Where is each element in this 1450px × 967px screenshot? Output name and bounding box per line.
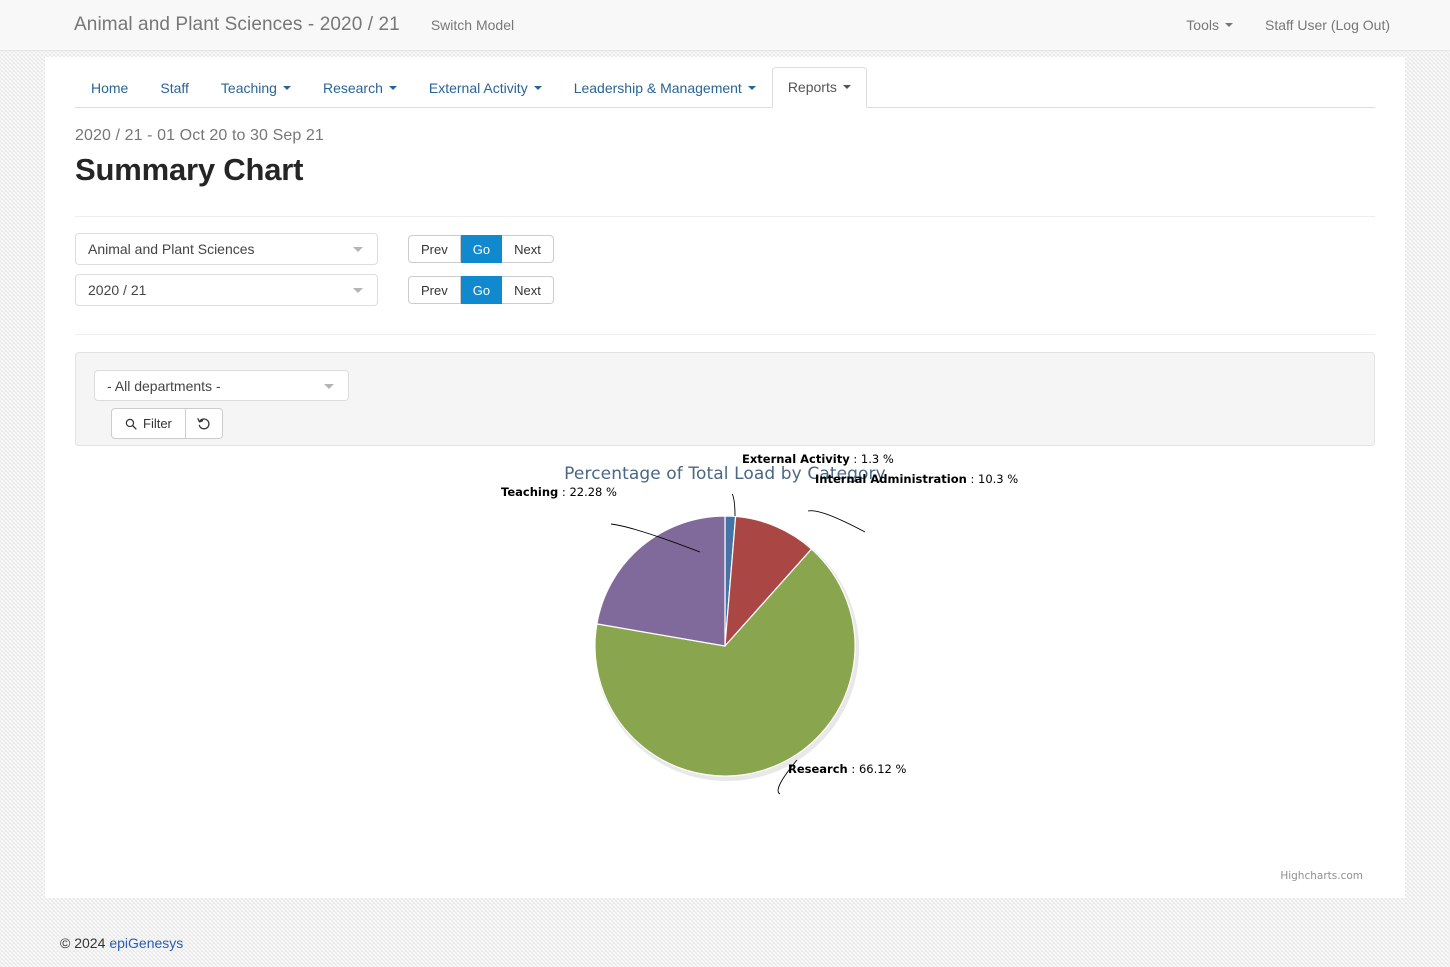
page-footer: © 2024 epiGenesys [0, 919, 1450, 967]
pie-label-separator: : [558, 485, 570, 499]
switch-model-link[interactable]: Switch Model [431, 17, 514, 33]
pie-label-research-name: Research [788, 762, 848, 776]
summary-chart-area: Percentage of Total Load by Category Tea… [75, 452, 1375, 882]
chart-title: Percentage of Total Load by Category [564, 464, 886, 484]
tab-research[interactable]: Research [307, 68, 413, 108]
pie-label-research-value: 66.12 % [858, 762, 907, 776]
tab-teaching[interactable]: Teaching [205, 68, 307, 108]
connector-external-activity [731, 494, 736, 517]
pie-label-separator: : [849, 452, 861, 466]
chevron-down-icon [324, 383, 334, 389]
tab-label: Teaching [220, 80, 277, 96]
pie-label-separator: : [847, 762, 859, 776]
chevron-down-icon [388, 86, 397, 90]
filter-department-select[interactable]: - All departments - [94, 370, 349, 401]
connector-internal-administration [807, 510, 866, 533]
filter-button[interactable]: Filter [111, 408, 186, 439]
academic-year-daterange: 2020 / 21 - 01 Oct 20 to 30 Sep 21 [75, 127, 324, 144]
department-select[interactable]: Animal and Plant Sciences [75, 233, 378, 265]
tab-label: Leadership & Management [573, 80, 742, 96]
year-select[interactable]: 2020 / 21 [75, 274, 378, 306]
tab-reports[interactable]: Reports [771, 67, 867, 108]
pie-label-external-activity-value: 1.3 % [860, 452, 894, 466]
footer-company-link[interactable]: epiGenesys [109, 935, 183, 951]
tab-label: Home [91, 80, 129, 96]
main-tab-bar: Home Staff Teaching Research External Activi… [75, 57, 1375, 108]
filter-divider [75, 334, 1375, 335]
pie-label-teaching-name: Teaching [501, 485, 559, 499]
chevron-down-icon [747, 86, 756, 90]
page-container: Home Staff Teaching Research External Activi… [45, 57, 1405, 898]
reset-filter-button[interactable] [185, 408, 223, 439]
pie-label-teaching: Teaching : 22.28 % [501, 485, 617, 499]
topbar-right-group: Tools Staff User (Log Out) [1154, 17, 1390, 33]
year-next-button[interactable]: Next [502, 276, 554, 304]
search-icon [125, 418, 137, 430]
filter-department-select-value: - All departments - [107, 377, 221, 394]
tab-leadership-management[interactable]: Leadership & Management [558, 68, 772, 108]
year-selector-row: 2020 / 21 Prev Go Next [75, 274, 1375, 306]
chevron-down-icon [353, 288, 363, 293]
tools-menu[interactable]: Tools [1186, 17, 1233, 33]
filter-button-group: Filter [111, 408, 1356, 439]
pie-label-research: Research : 66.12 % [788, 762, 906, 776]
title-divider [75, 216, 1375, 217]
year-nav-buttons: Prev Go Next [408, 276, 554, 304]
chevron-down-icon [1224, 23, 1233, 27]
tab-label: Research [322, 80, 383, 96]
pie-slice-teaching[interactable] [596, 515, 726, 647]
chevron-down-icon [842, 85, 851, 89]
pie-label-internal-administration-value: 10.3 % [978, 472, 1019, 486]
department-go-button[interactable]: Go [460, 235, 503, 263]
reset-ccw-icon [197, 417, 211, 431]
chevron-down-icon [282, 86, 291, 90]
page-title: Summary Chart [75, 152, 304, 187]
filter-panel: - All departments - Filter [75, 352, 1375, 446]
pie-label-external-activity: External Activity : 1.3 % [742, 452, 894, 466]
tab-label: Reports [787, 79, 837, 95]
department-selector-row: Animal and Plant Sciences Prev Go Next [75, 233, 1375, 265]
pie-label-external-activity-name: External Activity [742, 452, 850, 466]
pie-label-separator: : [966, 472, 979, 486]
department-next-button[interactable]: Next [502, 235, 554, 263]
tab-home[interactable]: Home [75, 68, 144, 108]
pie-label-internal-administration-name: Internal Administration [815, 472, 967, 486]
filter-button-label: Filter [143, 416, 172, 431]
department-prev-button[interactable]: Prev [408, 235, 461, 263]
chevron-down-icon [533, 86, 542, 90]
year-prev-button[interactable]: Prev [408, 276, 461, 304]
user-logout-link[interactable]: Staff User (Log Out) [1265, 17, 1390, 33]
tab-label: External Activity [428, 80, 528, 96]
footer-copyright: © 2024 [60, 935, 106, 951]
chevron-down-icon [353, 247, 363, 252]
pie-chart-svg[interactable] [75, 494, 1395, 864]
department-select-value: Animal and Plant Sciences [88, 241, 255, 257]
department-nav-buttons: Prev Go Next [408, 235, 554, 263]
tools-menu-label: Tools [1186, 17, 1219, 33]
year-select-value: 2020 / 21 [88, 282, 147, 298]
tab-label: Staff [160, 80, 189, 96]
year-go-button[interactable]: Go [460, 276, 503, 304]
pie-label-internal-administration: Internal Administration : 10.3 % [815, 472, 1018, 486]
tab-external-activity[interactable]: External Activity [413, 68, 558, 108]
app-brand-title: Animal and Plant Sciences - 2020 / 21 [74, 14, 400, 35]
tab-staff[interactable]: Staff [144, 68, 205, 108]
pie-label-teaching-value: 22.28 % [569, 485, 617, 499]
highcharts-credit[interactable]: Highcharts.com [1280, 870, 1363, 882]
top-navbar: Animal and Plant Sciences - 2020 / 21 Sw… [0, 0, 1450, 51]
